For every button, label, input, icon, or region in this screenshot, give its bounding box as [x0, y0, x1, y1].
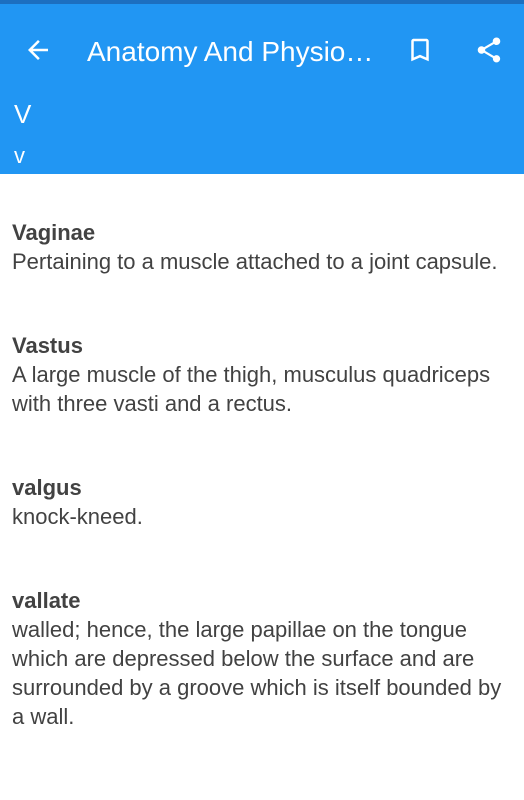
glossary-entry: vallate walled; hence, the large papilla… — [12, 531, 512, 731]
glossary-entry: Vastus A large muscle of the thigh, musc… — [12, 276, 512, 418]
glossary-term: valgus — [12, 475, 82, 500]
page-title: Anatomy And Physio… — [87, 36, 374, 67]
back-button[interactable] — [14, 28, 62, 76]
arrow-back-icon — [23, 35, 53, 70]
app-bar: Anatomy And Physio… V v — [0, 4, 524, 174]
glossary-definition: Pertaining to a muscle attached to a joi… — [12, 249, 498, 274]
toolbar: Anatomy And Physio… — [0, 4, 524, 96]
section-letter-lowercase: v — [14, 143, 25, 168]
glossary-definition: walled; hence, the large papillae on the… — [12, 617, 502, 729]
glossary-term: vallate — [12, 588, 81, 613]
glossary-entry: Vaginae Pertaining to a muscle attached … — [12, 174, 512, 276]
glossary-term: Vaginae — [12, 220, 96, 245]
share-icon — [474, 35, 504, 70]
glossary-list: Vaginae Pertaining to a muscle attached … — [0, 174, 524, 731]
section-letter-uppercase: V — [14, 99, 32, 129]
glossary-entry: valgus knock-kneed. — [12, 418, 512, 531]
glossary-definition: A large muscle of the thigh, musculus qu… — [12, 362, 491, 416]
glossary-definition: knock-kneed. — [12, 504, 143, 529]
bookmark-icon — [405, 35, 435, 70]
glossary-term: Vastus — [12, 333, 83, 358]
bookmark-button[interactable] — [396, 28, 444, 76]
share-button[interactable] — [465, 28, 513, 76]
